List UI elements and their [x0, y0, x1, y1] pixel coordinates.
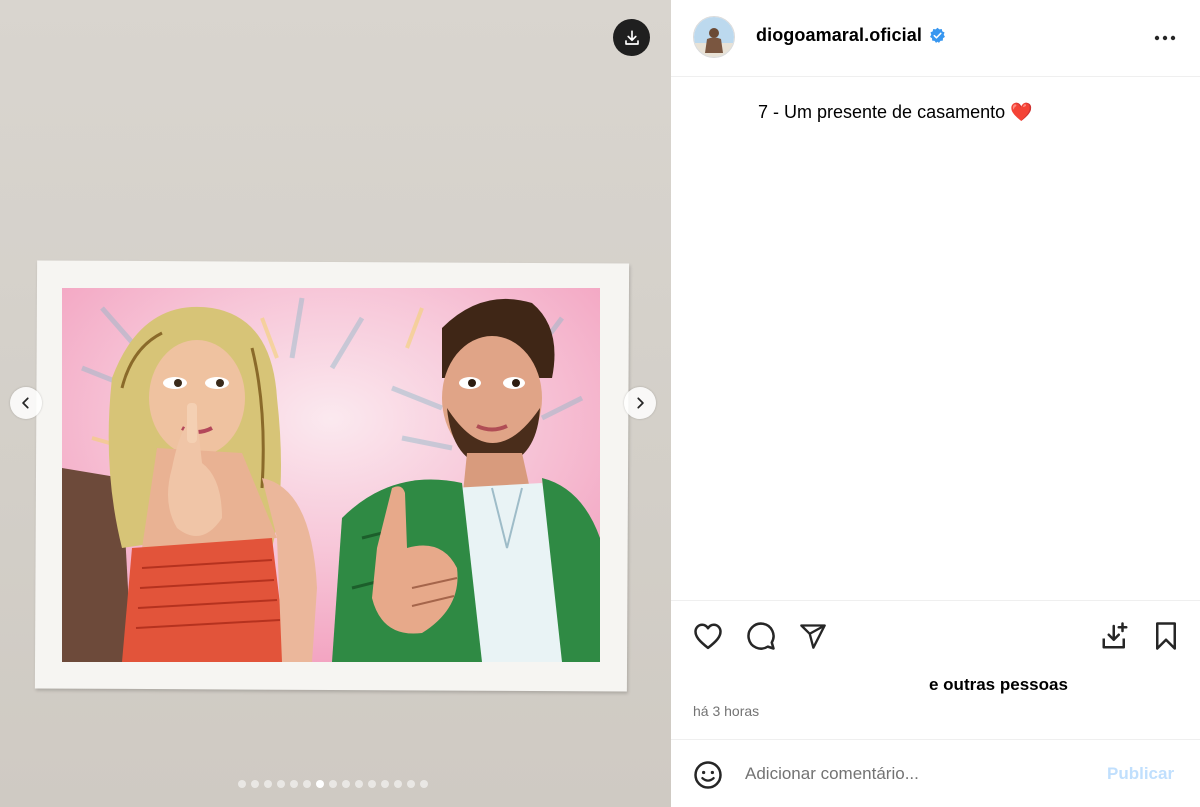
- carousel-dot: [342, 780, 350, 788]
- carousel-dot: [355, 780, 363, 788]
- carousel-dot: [290, 780, 298, 788]
- post-header: diogoamaral.oficial: [671, 0, 1200, 77]
- comment-input[interactable]: [745, 760, 1085, 788]
- emoji-button[interactable]: [691, 758, 725, 792]
- carousel-next-button[interactable]: [624, 387, 656, 419]
- action-bar: [671, 600, 1200, 740]
- save-media-button[interactable]: [1098, 619, 1132, 653]
- carousel-dot: [264, 780, 272, 788]
- post-timestamp[interactable]: há 3 horas: [693, 703, 759, 719]
- download-icon: [624, 29, 639, 45]
- avatar[interactable]: [693, 16, 735, 58]
- comment-bar: Publicar: [671, 739, 1200, 807]
- bookmark-icon: [1156, 622, 1176, 650]
- share-button[interactable]: [796, 619, 830, 653]
- like-button[interactable]: [691, 619, 725, 653]
- likes-summary[interactable]: e outras pessoas: [929, 675, 1068, 695]
- verified-badge-icon: [930, 27, 945, 43]
- carousel-dot: [381, 780, 389, 788]
- carousel-prev-button[interactable]: [10, 387, 42, 419]
- save-media-icon: [1102, 622, 1128, 649]
- comment-button[interactable]: [744, 619, 778, 653]
- carousel-dot: [420, 780, 428, 788]
- more-options-button[interactable]: [1151, 24, 1179, 52]
- emoji-icon: [694, 761, 722, 789]
- chevron-right-icon: [637, 397, 644, 409]
- post-image-painting[interactable]: [62, 288, 600, 662]
- carousel-dot: [277, 780, 285, 788]
- carousel-dot: [316, 780, 324, 788]
- carousel-dot: [368, 780, 376, 788]
- carousel-dot: [251, 780, 259, 788]
- more-horizontal-icon: [1154, 35, 1176, 41]
- carousel-dot: [238, 780, 246, 788]
- post-details-pane: diogoamaral.oficial 7 - Um presente de c…: [671, 0, 1200, 807]
- bookmark-button[interactable]: [1149, 619, 1183, 653]
- carousel-dot: [329, 780, 337, 788]
- download-button[interactable]: [613, 19, 650, 56]
- username[interactable]: diogoamaral.oficial: [756, 25, 922, 46]
- post-caption: 7 - Um presente de casamento ❤️: [758, 102, 1033, 122]
- post-media-pane: [0, 0, 671, 807]
- painting-artwork: [62, 288, 600, 662]
- carousel-dot: [303, 780, 311, 788]
- share-icon: [800, 624, 826, 649]
- chevron-left-icon: [22, 397, 29, 409]
- avatar-image: [694, 17, 734, 57]
- carousel-dot: [407, 780, 415, 788]
- comment-icon: [747, 622, 775, 650]
- carousel-dot: [394, 780, 402, 788]
- publish-button[interactable]: Publicar: [1107, 764, 1174, 784]
- carousel-indicator: [238, 780, 428, 788]
- heart-icon: [694, 623, 722, 650]
